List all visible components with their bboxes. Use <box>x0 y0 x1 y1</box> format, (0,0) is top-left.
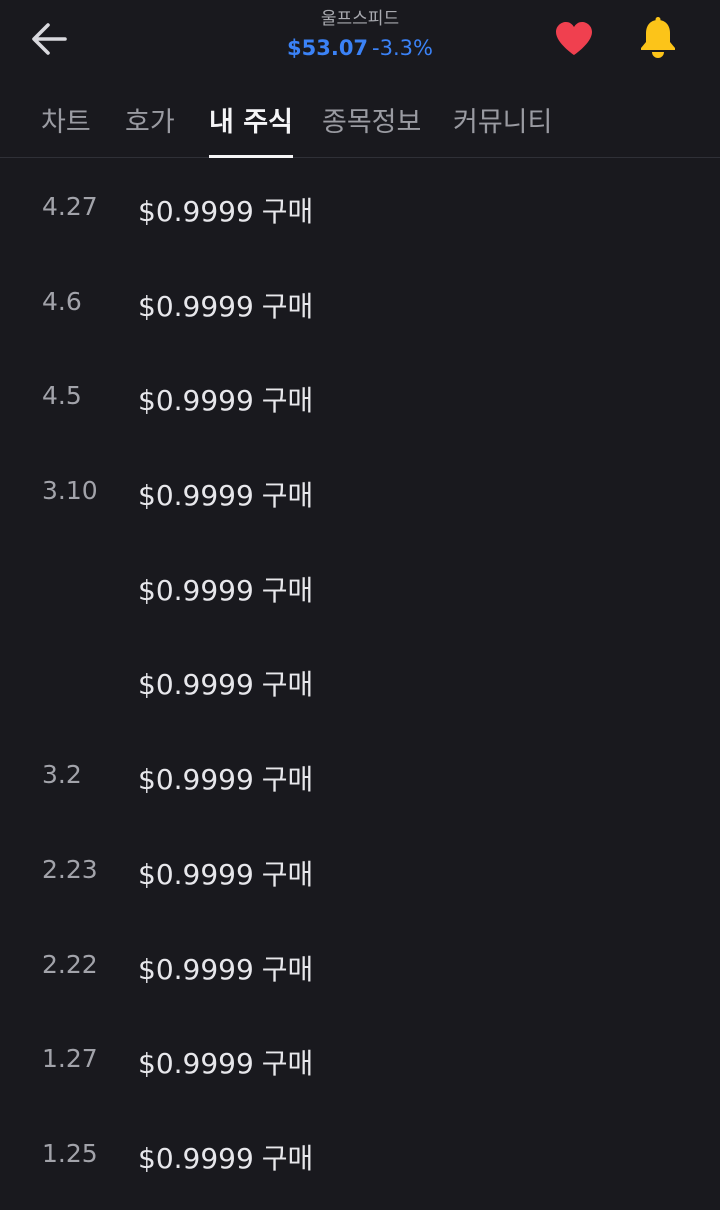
transaction-date: 4.6 <box>42 286 82 316</box>
arrow-left-icon <box>32 23 67 55</box>
transaction-detail: $0.9999 구매 <box>138 948 313 988</box>
transaction-detail: $0.9999 구매 <box>138 758 313 798</box>
transaction-amount: $0.9999 <box>138 195 254 228</box>
tab-label: 종목정보 <box>322 107 422 138</box>
transaction-type: 구매 <box>261 479 314 513</box>
top-bar: 울프스피드 $53.07 -3.3% <box>0 0 720 80</box>
transaction-row[interactable]: $0.9999 구매 <box>0 541 720 636</box>
transaction-amount: $0.9999 <box>138 1141 254 1175</box>
transaction-detail: $0.9999 구매 <box>138 569 313 609</box>
transaction-detail: $0.9999 구매 <box>138 285 313 325</box>
favorite-button[interactable] <box>552 18 596 60</box>
transaction-row[interactable]: 3.10 $0.9999 구매 <box>0 446 720 541</box>
transaction-amount: $0.9999 <box>138 668 254 702</box>
tab-stock-info[interactable]: 종목정보 <box>322 100 421 158</box>
transaction-amount: $0.9999 <box>138 384 254 418</box>
transaction-amount: $0.9999 <box>138 479 254 513</box>
transaction-type: 구매 <box>261 668 314 702</box>
transaction-list: 4.27 $0.9999 구매 4.6 $0.9999 구매 4.5 $0.9999… <box>0 162 720 1204</box>
tab-label: 내 주식 <box>209 107 293 138</box>
transaction-row[interactable]: $0.9999 구매 <box>0 635 720 730</box>
transaction-amount: $0.9999 <box>138 1047 254 1081</box>
stock-title: 울프스피드 $53.07 -3.3% <box>160 6 560 63</box>
bell-icon <box>641 17 675 58</box>
transaction-date: 3.10 <box>42 476 98 506</box>
transaction-row[interactable]: 4.6 $0.9999 구매 <box>0 257 720 352</box>
transaction-detail: $0.9999 구매 <box>138 663 313 703</box>
transaction-amount: $0.9999 <box>138 952 254 986</box>
transaction-type: 구매 <box>261 195 314 228</box>
tab-indicator <box>209 155 293 158</box>
transaction-row[interactable]: 4.5 $0.9999 구매 <box>0 351 720 446</box>
transaction-row[interactable]: 1.25 $0.9999 구매 <box>0 1109 720 1204</box>
transaction-date: 1.25 <box>42 1138 98 1168</box>
transaction-type: 구매 <box>261 1047 314 1081</box>
tab-label: 커뮤니티 <box>453 107 553 138</box>
transaction-detail: $0.9999 구매 <box>138 1137 313 1177</box>
alert-button[interactable] <box>636 16 680 60</box>
transaction-row[interactable]: 3.2 $0.9999 구매 <box>0 730 720 825</box>
transaction-row[interactable]: 4.27 $0.9999 구매 <box>0 162 720 257</box>
transaction-date: 4.5 <box>42 381 82 411</box>
transaction-type: 구매 <box>261 573 314 607</box>
price-line: $53.07 -3.3% <box>160 33 560 63</box>
tab-community[interactable]: 커뮤니티 <box>453 100 552 158</box>
transaction-date: 3.2 <box>42 760 82 790</box>
back-button[interactable] <box>26 18 72 60</box>
transaction-date: 2.23 <box>42 854 98 884</box>
transaction-amount: $0.9999 <box>138 573 254 607</box>
transaction-date: 1.27 <box>42 1044 98 1074</box>
transaction-amount: $0.9999 <box>138 289 254 323</box>
transaction-date: 2.22 <box>42 949 98 979</box>
transaction-type: 구매 <box>261 763 314 797</box>
transaction-type: 구매 <box>261 384 314 418</box>
transaction-amount: $0.9999 <box>138 857 254 891</box>
tab-bar: 차트 호가 내 주식 종목정보 커뮤니티 <box>0 86 720 158</box>
transaction-detail: $0.9999 구매 <box>138 379 313 419</box>
transaction-type: 구매 <box>261 289 314 323</box>
transaction-detail: $0.9999 구매 <box>138 190 313 230</box>
transaction-type: 구매 <box>261 952 314 986</box>
tab-chart[interactable]: 차트 <box>41 100 91 158</box>
transaction-date: 4.27 <box>42 192 98 221</box>
heart-icon <box>556 22 592 55</box>
tab-my-stock[interactable]: 내 주식 <box>209 100 293 158</box>
transaction-type: 구매 <box>261 857 314 891</box>
transaction-detail: $0.9999 구매 <box>138 474 313 514</box>
price-change: -3.3% <box>372 36 433 60</box>
tab-label: 차트 <box>41 107 91 138</box>
transaction-detail: $0.9999 구매 <box>138 1042 313 1082</box>
transaction-detail: $0.9999 구매 <box>138 853 313 893</box>
transaction-amount: $0.9999 <box>138 763 254 797</box>
stock-name: 울프스피드 <box>320 9 400 29</box>
tab-label: 호가 <box>125 107 175 138</box>
transaction-row[interactable]: 2.23 $0.9999 구매 <box>0 825 720 920</box>
transaction-row[interactable]: 1.27 $0.9999 구매 <box>0 1014 720 1109</box>
transaction-row[interactable]: 2.22 $0.9999 구매 <box>0 920 720 1015</box>
tab-order-book[interactable]: 호가 <box>125 100 175 158</box>
current-price: $53.07 <box>287 36 369 60</box>
transaction-type: 구매 <box>261 1141 314 1175</box>
